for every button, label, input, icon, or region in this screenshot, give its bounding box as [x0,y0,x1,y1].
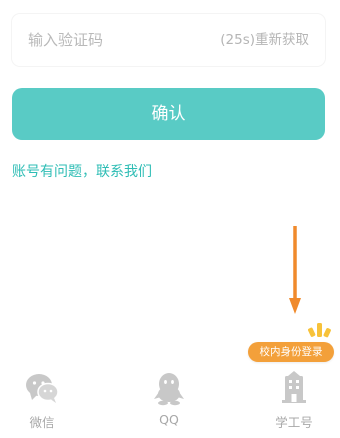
arrow-down-icon [289,226,301,314]
tooltip-label: 校内身份登录 [248,342,334,362]
contact-us-link[interactable]: 账号有问题，联系我们 [12,160,152,184]
login-option-label: QQ [159,412,179,427]
login-option-qq[interactable]: QQ [129,362,209,432]
login-option-staff-id[interactable]: 学工号 [254,362,334,432]
verification-code-input[interactable] [12,14,202,66]
building-icon [282,371,306,403]
login-option-label: 微信 [29,415,55,430]
campus-login-tooltip: 校内身份登录 [243,318,340,366]
wechat-icon [26,374,59,403]
resend-code-button[interactable]: (25s)重新获取 [220,14,309,66]
verification-code-row: (25s)重新获取 [12,14,325,66]
qq-icon [154,373,184,406]
confirm-button[interactable]: 确认 [12,88,325,140]
login-option-label: 学工号 [275,415,313,430]
sparkle-icon [307,323,331,338]
login-option-wechat[interactable]: 微信 [2,362,82,432]
